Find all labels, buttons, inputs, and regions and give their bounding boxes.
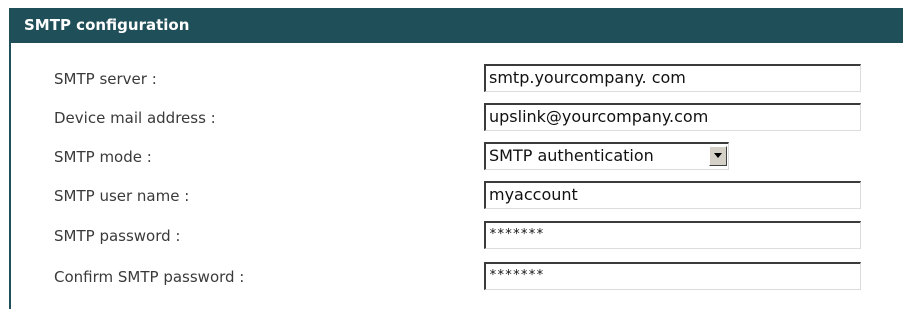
- chevron-down-icon: [714, 153, 722, 158]
- smtp-server-row: SMTP server : smtp.yourcompany. com: [11, 64, 903, 94]
- smtp-configuration-panel: SMTP configuration SMTP server : smtp.yo…: [9, 8, 903, 309]
- smtp-mode-row: SMTP mode : SMTP authentication: [11, 142, 903, 172]
- smtp-password-row: SMTP password : *******: [11, 221, 903, 251]
- confirm-smtp-password-input[interactable]: *******: [484, 262, 861, 290]
- device-mail-address-input[interactable]: upslink@yourcompany.com: [484, 103, 861, 131]
- smtp-password-input[interactable]: *******: [484, 221, 861, 249]
- device-mail-address-label: Device mail address :: [54, 109, 216, 127]
- device-mail-address-row: Device mail address : upslink@yourcompan…: [11, 103, 903, 133]
- smtp-server-label: SMTP server :: [54, 70, 157, 88]
- dropdown-button[interactable]: [709, 146, 727, 166]
- smtp-user-name-row: SMTP user name : myaccount: [11, 181, 903, 211]
- smtp-user-name-input[interactable]: myaccount: [484, 181, 861, 209]
- smtp-password-label: SMTP password :: [54, 227, 181, 245]
- smtp-mode-selected-value: SMTP authentication: [489, 146, 654, 165]
- panel-title: SMTP configuration: [9, 8, 903, 43]
- smtp-user-name-label: SMTP user name :: [54, 187, 190, 205]
- smtp-server-input[interactable]: smtp.yourcompany. com: [484, 64, 861, 92]
- smtp-mode-label: SMTP mode :: [54, 148, 152, 166]
- confirm-smtp-password-row: Confirm SMTP password : *******: [11, 262, 903, 292]
- confirm-smtp-password-label: Confirm SMTP password :: [54, 268, 245, 286]
- smtp-mode-select[interactable]: SMTP authentication: [484, 142, 729, 170]
